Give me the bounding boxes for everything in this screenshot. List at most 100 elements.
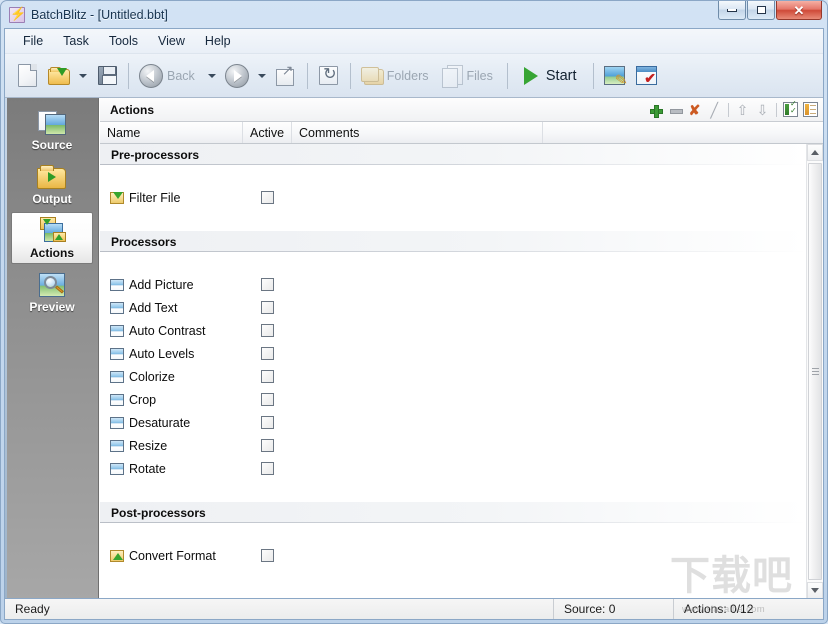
active-checkbox[interactable] xyxy=(261,393,274,406)
scroll-up-button[interactable] xyxy=(807,144,823,161)
client-area: File Task Tools View Help Back ↗ ↻ Folde… xyxy=(4,28,824,620)
remove-action-button[interactable] xyxy=(666,101,683,118)
table-row[interactable]: Auto Levels xyxy=(100,342,806,365)
status-bar: Ready Source: 0 Actions: 0/12 xyxy=(4,598,824,620)
column-header-filler[interactable] xyxy=(543,122,823,143)
table-row[interactable]: Filter File xyxy=(100,186,806,209)
active-checkbox[interactable] xyxy=(261,439,274,452)
back-dropdown-arrow[interactable] xyxy=(207,73,216,78)
active-checkbox[interactable] xyxy=(261,347,274,360)
vertical-scrollbar[interactable] xyxy=(806,144,823,599)
row-name-cell: Add Text xyxy=(100,301,243,315)
active-checkbox[interactable] xyxy=(261,278,274,291)
row-active-cell xyxy=(243,301,292,314)
status-actions-count: Actions: 0/12 xyxy=(673,599,823,619)
green-down-arrow-icon xyxy=(57,67,67,76)
application-window: BatchBlitz - [Untitled.bbt] ✕ File Task … xyxy=(0,0,828,624)
save-task-button[interactable] xyxy=(91,57,123,95)
table-row[interactable]: Add Picture xyxy=(100,273,806,296)
menu-task[interactable]: Task xyxy=(53,31,99,51)
files-button-label: Files xyxy=(466,68,493,83)
sidebar-item-output[interactable]: Output xyxy=(11,158,93,210)
menu-view[interactable]: View xyxy=(148,31,195,51)
sidebar-item-source[interactable]: Source xyxy=(11,104,93,156)
status-source-count: Source: 0 xyxy=(553,599,673,619)
table-row[interactable]: Rotate xyxy=(100,457,806,480)
table-row[interactable]: Crop xyxy=(100,388,806,411)
group-header-pre-processors[interactable]: Pre-processors xyxy=(100,144,806,165)
image-edit-icon xyxy=(604,66,626,85)
active-checkbox[interactable] xyxy=(261,549,274,562)
actions-panel-header: Actions ✘ ╱ xyxy=(100,98,823,122)
active-checkbox[interactable] xyxy=(261,416,274,429)
column-header-name[interactable]: Name xyxy=(100,122,243,143)
row-active-cell xyxy=(243,416,292,429)
table-row[interactable]: Auto Contrast xyxy=(100,319,806,342)
forward-dropdown-arrow[interactable] xyxy=(257,73,266,78)
chevron-up-icon xyxy=(811,150,819,155)
group-header-processors[interactable]: Processors xyxy=(100,231,806,252)
sidebar-item-preview[interactable]: Preview xyxy=(11,266,93,318)
table-row[interactable]: Add Text xyxy=(100,296,806,319)
uncheck-all-button[interactable] xyxy=(802,101,819,118)
actions-list[interactable]: Pre-processors Filter File Processors Ad… xyxy=(100,144,806,599)
maximize-button[interactable] xyxy=(747,1,775,20)
table-row[interactable]: Convert Format xyxy=(100,544,806,567)
folders-button-label: Folders xyxy=(386,68,429,83)
start-button[interactable]: Start xyxy=(513,57,588,95)
scroll-down-button[interactable] xyxy=(807,582,823,599)
files-button[interactable]: Files xyxy=(437,57,501,95)
back-button-label: Back xyxy=(167,68,195,83)
scrollbar-track[interactable] xyxy=(807,161,823,582)
open-task-dropdown-arrow[interactable] xyxy=(79,73,87,78)
active-checkbox[interactable] xyxy=(261,324,274,337)
row-name-label: Resize xyxy=(129,438,168,453)
green-chevron-up-icon xyxy=(55,233,63,240)
table-row[interactable]: Desaturate xyxy=(100,411,806,434)
active-checkbox[interactable] xyxy=(261,370,274,383)
edit-action-button[interactable]: ╱ xyxy=(706,101,723,118)
back-button[interactable]: Back xyxy=(134,57,204,95)
row-name-label: Colorize xyxy=(129,369,175,384)
main-body: Source Output Actions Preview Actions ✘ … xyxy=(5,98,823,599)
move-up-button[interactable] xyxy=(734,101,751,118)
toolbar-separator xyxy=(306,62,308,89)
active-checkbox[interactable] xyxy=(261,462,274,475)
new-document-icon xyxy=(17,64,37,87)
menu-file[interactable]: File xyxy=(13,31,53,51)
add-action-button[interactable] xyxy=(646,101,663,118)
active-checkbox[interactable] xyxy=(261,191,274,204)
play-icon xyxy=(523,66,538,85)
image-icon xyxy=(110,416,124,429)
folders-button[interactable]: Folders xyxy=(356,57,438,95)
check-all-button[interactable] xyxy=(782,100,799,118)
image-icon xyxy=(110,301,124,314)
group-header-post-processors[interactable]: Post-processors xyxy=(100,502,806,523)
minimize-button[interactable] xyxy=(718,1,746,20)
sidebar-item-actions[interactable]: Actions xyxy=(11,212,93,264)
row-name-cell: Auto Contrast xyxy=(100,324,243,338)
column-header-active[interactable]: Active xyxy=(243,122,292,143)
new-task-button[interactable] xyxy=(11,57,43,95)
refresh-button[interactable] xyxy=(313,57,345,95)
image-editor-button[interactable] xyxy=(599,57,631,95)
forward-button[interactable] xyxy=(220,57,254,95)
menu-help[interactable]: Help xyxy=(195,31,241,51)
up-one-level-button[interactable] xyxy=(270,57,302,95)
move-down-button[interactable] xyxy=(754,101,771,118)
task-list-button[interactable] xyxy=(631,57,663,95)
row-name-cell: Crop xyxy=(100,393,243,407)
scrollbar-thumb[interactable] xyxy=(808,163,822,580)
active-checkbox[interactable] xyxy=(261,301,274,314)
red-x-icon: ✘ xyxy=(688,101,701,118)
table-row[interactable]: Resize xyxy=(100,434,806,457)
open-task-button[interactable] xyxy=(43,57,75,95)
table-row[interactable]: Colorize xyxy=(100,365,806,388)
column-header-comments[interactable]: Comments xyxy=(292,122,543,143)
close-button[interactable]: ✕ xyxy=(776,1,822,20)
menu-tools[interactable]: Tools xyxy=(99,31,148,51)
title-bar[interactable]: BatchBlitz - [Untitled.bbt] ✕ xyxy=(4,1,824,28)
delete-action-button[interactable]: ✘ xyxy=(686,101,703,118)
